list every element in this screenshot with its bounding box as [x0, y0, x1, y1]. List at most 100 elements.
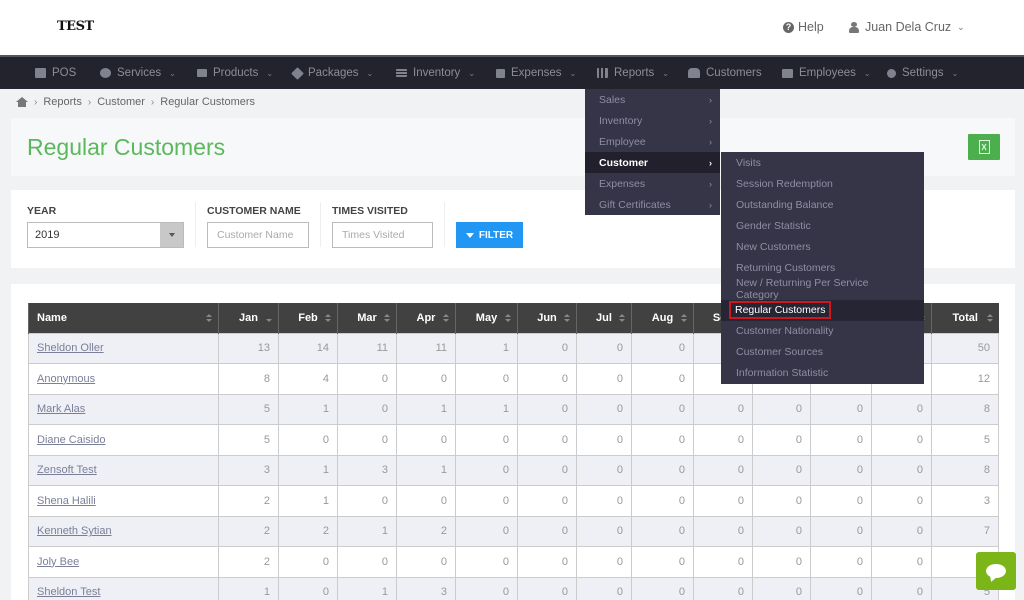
count-cell-aug: 0 — [631, 546, 694, 578]
sort-icon — [443, 314, 449, 323]
nav-label: Packages — [308, 67, 359, 79]
menu-item-label: Visits — [736, 156, 761, 169]
customer-submenu-item-new-customers[interactable]: New Customers — [721, 236, 924, 257]
customer-link[interactable]: Kenneth Sytian — [37, 525, 112, 537]
nav-item-employees[interactable]: Employees ⌄ — [782, 57, 871, 89]
customer-submenu-item-new-returning-per-service-category[interactable]: New / Returning Per Service Category — [721, 277, 924, 301]
nav-item-reports[interactable]: Reports ⌄ — [597, 57, 669, 89]
customer-link[interactable]: Diane Caisido — [37, 434, 105, 446]
count-cell-jun: 0 — [517, 454, 577, 486]
count-cell-nov: 0 — [810, 546, 872, 578]
count-cell-apr: 11 — [396, 332, 456, 364]
nav-item-expenses[interactable]: Expenses ⌄ — [496, 57, 576, 89]
nav-item-products[interactable]: Products ⌄ — [197, 57, 273, 89]
column-header-aug[interactable]: Aug — [631, 303, 694, 333]
count-cell-may: 0 — [455, 485, 518, 517]
customer-name-input[interactable] — [207, 222, 309, 248]
chevron-right-icon: › — [709, 178, 712, 189]
reports-menu-item-customer[interactable]: Customer › — [585, 152, 720, 173]
customer-submenu-item-customer-sources[interactable]: Customer Sources — [721, 342, 924, 363]
menu-item-label: Information Statistic — [736, 367, 829, 380]
count-cell-may: 0 — [455, 576, 518, 600]
chevron-right-icon: › — [709, 136, 712, 147]
column-header-may[interactable]: May — [455, 303, 518, 333]
menu-item-label: Gift Certificates — [599, 198, 671, 211]
customer-link[interactable]: Mark Alas — [37, 403, 85, 415]
customer-link[interactable]: Anonymous — [37, 373, 95, 385]
customer-submenu-item-visits[interactable]: Visits — [721, 152, 924, 173]
customer-link[interactable]: Shena Halili — [37, 495, 96, 507]
reports-menu-item-gift-certificates[interactable]: Gift Certificates › — [585, 194, 720, 215]
count-cell-oct: 0 — [752, 576, 811, 600]
user-menu[interactable]: Juan Dela Cruz ⌄ — [849, 20, 965, 34]
chat-widget-button[interactable] — [976, 552, 1016, 590]
chevron-down-icon: ⌄ — [957, 21, 965, 32]
column-header-jul[interactable]: Jul — [576, 303, 632, 333]
reports-menu-item-expenses[interactable]: Expenses › — [585, 173, 720, 194]
column-header-feb[interactable]: Feb — [278, 303, 338, 333]
count-cell-jul: 0 — [576, 332, 632, 364]
breadcrumb-customer[interactable]: Customer — [97, 96, 145, 108]
times-visited-input[interactable] — [332, 222, 433, 248]
count-cell-sep: 0 — [693, 576, 753, 600]
reports-menu-item-inventory[interactable]: Inventory › — [585, 110, 720, 131]
chevron-down-icon: ⌄ — [569, 68, 577, 78]
count-cell-oct: 0 — [752, 515, 811, 547]
customer-submenu-item-session-redemption[interactable]: Session Redemption — [721, 173, 924, 194]
chevron-down-icon: ⌄ — [169, 68, 176, 78]
chevron-right-icon: › — [709, 157, 712, 168]
filter-button[interactable]: FILTER — [456, 222, 523, 248]
customer-submenu-item-returning-customers[interactable]: Returning Customers — [721, 257, 924, 278]
tags-icon — [291, 66, 304, 80]
column-label: Apr — [416, 311, 436, 324]
customer-submenu-item-information-statistic[interactable]: Information Statistic — [721, 363, 924, 384]
count-cell-jul: 0 — [576, 424, 632, 456]
nav-item-pos[interactable]: POS — [35, 57, 76, 89]
count-cell-sep: 0 — [693, 546, 753, 578]
count-cell-jun: 0 — [517, 485, 577, 517]
customer-submenu-item-gender-statistic[interactable]: Gender Statistic — [721, 215, 924, 236]
column-header-jun[interactable]: Jun — [517, 303, 577, 333]
question-circle-icon: ? — [783, 21, 794, 33]
nav-item-customers[interactable]: Customers — [688, 57, 762, 89]
customer-submenu-item-regular-customers[interactable]: Regular Customers — [721, 299, 924, 321]
help-link[interactable]: ? Help — [783, 20, 824, 34]
column-header-apr[interactable]: Apr — [396, 303, 456, 333]
nav-label: Products — [213, 67, 259, 79]
customer-link[interactable]: Joly Bee — [37, 556, 79, 568]
home-icon[interactable] — [16, 97, 28, 107]
nav-label: POS — [52, 67, 77, 79]
count-cell-total: 12 — [931, 363, 999, 395]
column-header-jan[interactable]: Jan — [218, 303, 279, 333]
customer-link[interactable]: Sheldon Test — [37, 586, 100, 598]
app-logo[interactable]: TEST — [57, 19, 94, 34]
reports-menu-item-employee[interactable]: Employee › — [585, 131, 720, 152]
customer-name-cell: Shena Halili — [28, 485, 219, 517]
customer-submenu-item-outstanding-balance[interactable]: Outstanding Balance — [721, 194, 924, 215]
count-cell-apr: 1 — [396, 454, 456, 486]
breadcrumb-reports[interactable]: Reports — [43, 96, 82, 108]
customer-submenu-item-customer-nationality[interactable]: Customer Nationality — [721, 321, 924, 342]
menu-item-label: Customer Sources — [736, 346, 823, 359]
count-cell-mar: 11 — [337, 332, 397, 364]
reports-menu-item-sales[interactable]: Sales › — [585, 89, 720, 110]
divider — [444, 202, 445, 247]
column-label: Jun — [537, 311, 557, 324]
main-nav: POS Services ⌄ Products ⌄ Packages ⌄ Inv… — [0, 55, 1024, 89]
export-excel-button[interactable]: X — [968, 134, 1000, 160]
caret-down-icon[interactable] — [160, 223, 183, 247]
gear-icon — [887, 68, 896, 78]
nav-item-inventory[interactable]: Inventory ⌄ — [396, 57, 475, 89]
customer-link[interactable]: Zensoft Test — [37, 464, 97, 476]
nav-item-settings[interactable]: Settings ⌄ — [887, 57, 958, 89]
customer-submenu: Visits Session Redemption Outstanding Bala… — [721, 152, 924, 385]
count-cell-feb: 0 — [278, 424, 338, 456]
column-header-name[interactable]: Name — [28, 303, 219, 333]
nav-item-packages[interactable]: Packages ⌄ — [291, 57, 373, 89]
customer-link[interactable]: Sheldon Oller — [37, 342, 104, 354]
count-cell-may: 0 — [455, 515, 518, 547]
column-header-mar[interactable]: Mar — [337, 303, 397, 333]
column-header-total[interactable]: Total — [931, 303, 999, 333]
nav-item-services[interactable]: Services ⌄ — [100, 57, 176, 89]
year-select[interactable]: 2019 — [27, 222, 184, 248]
